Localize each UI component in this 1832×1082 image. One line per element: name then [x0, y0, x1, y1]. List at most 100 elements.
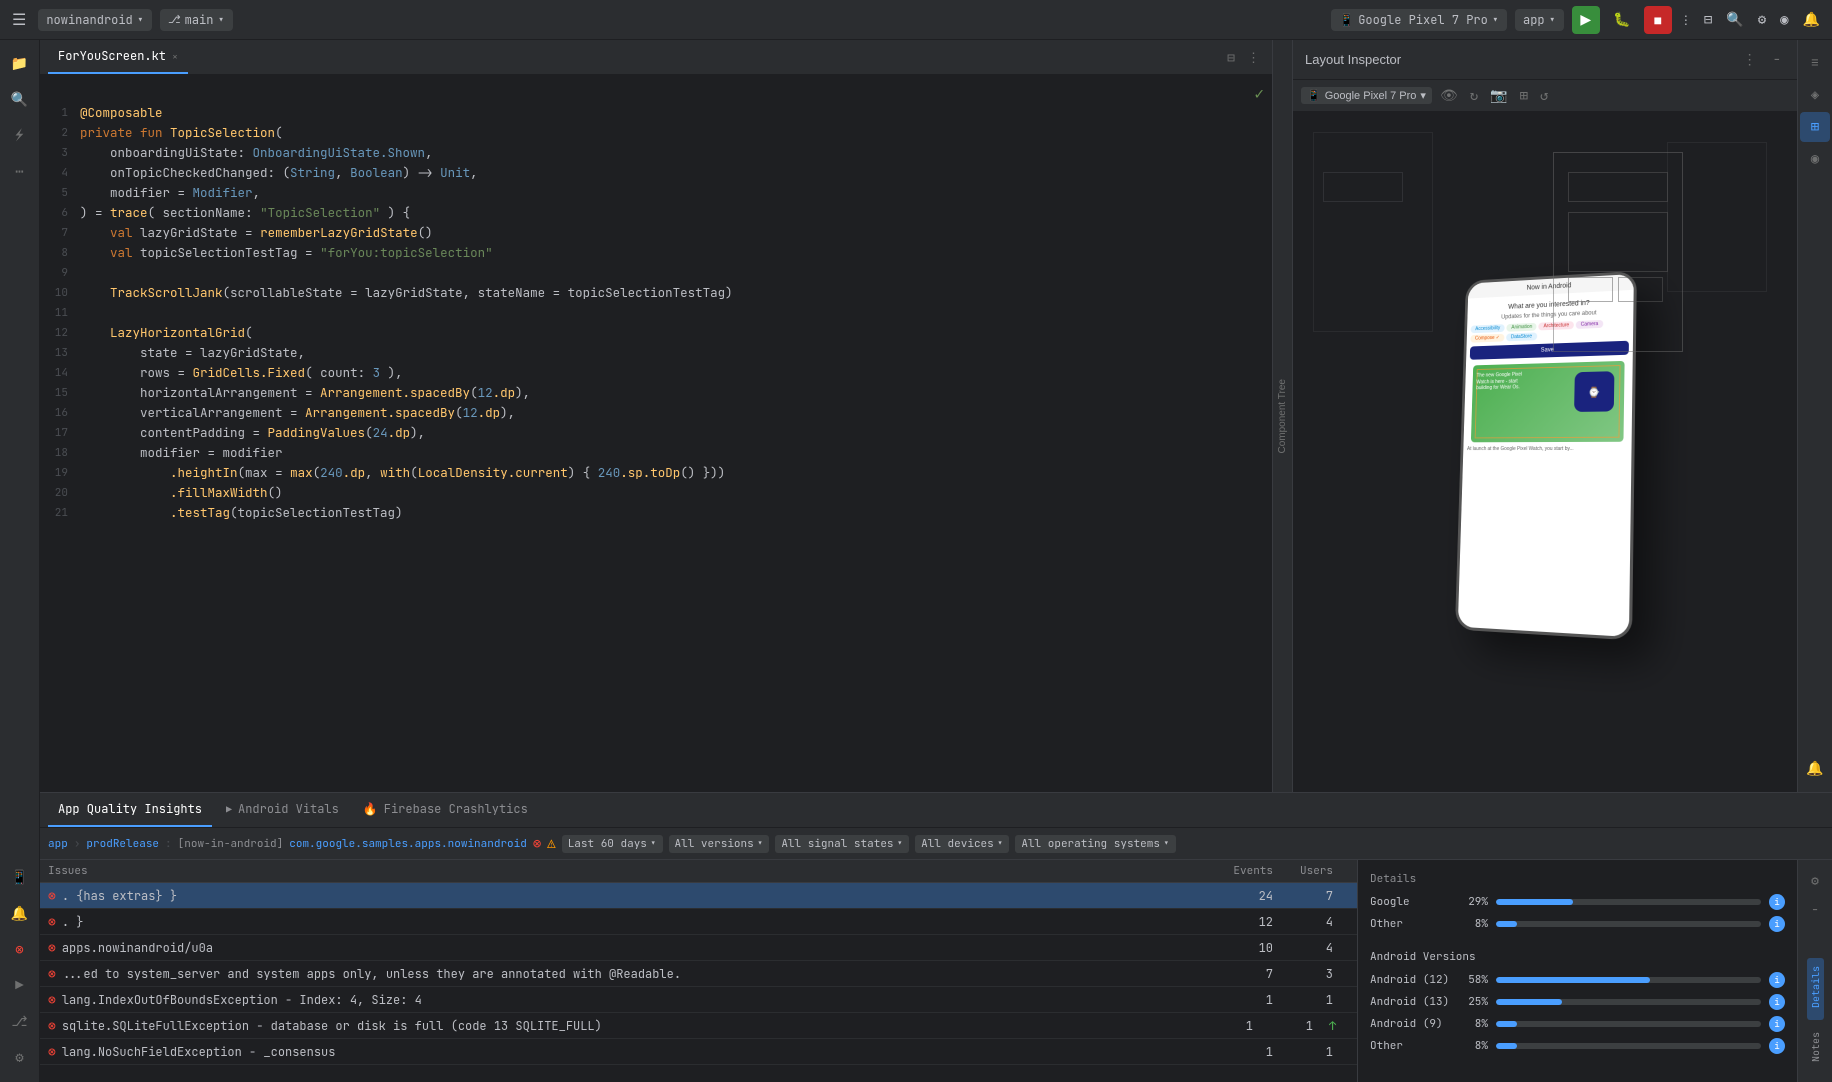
- app-selector[interactable]: app ▾: [1515, 9, 1564, 31]
- issue-events-7: 1: [1219, 1044, 1289, 1060]
- code-editor[interactable]: ✓ 1 @Composable 2 private fun TopicS: [40, 75, 1272, 792]
- brpanel-settings-icon[interactable]: ⚙: [1807, 868, 1823, 893]
- filter-app-link[interactable]: app: [48, 837, 68, 851]
- run-button[interactable]: ▶: [1572, 6, 1600, 34]
- rpanel-icon-bottom1[interactable]: 🔔: [1800, 754, 1830, 784]
- toolbar-icon-5[interactable]: 🔔: [1799, 7, 1824, 33]
- code-line: 1 @Composable: [40, 103, 1272, 123]
- inspector-device-icon: 📱: [1307, 89, 1321, 102]
- issue-users-1: 7: [1289, 888, 1349, 904]
- filter-release-link[interactable]: prodRelease: [86, 837, 159, 851]
- manufacturer-info-google[interactable]: i: [1769, 894, 1785, 910]
- android-version-row-other: Other 8% i: [1370, 1038, 1785, 1054]
- stop-button[interactable]: ■: [1644, 6, 1672, 34]
- sidebar-icon-notifications[interactable]: 🔔: [4, 898, 36, 930]
- filter-versions[interactable]: All versions ▾: [669, 835, 770, 853]
- filter-operating-systems[interactable]: All operating systems ▾: [1015, 835, 1175, 853]
- rpanel-icon-resources[interactable]: ◈: [1800, 80, 1830, 110]
- inspector-minimize-icon[interactable]: −: [1769, 49, 1785, 71]
- inspector-screenshot-icon[interactable]: 📷: [1486, 85, 1511, 107]
- code-line: 18 modifier = modifier: [40, 443, 1272, 463]
- sidebar-icon-settings[interactable]: ⚙: [4, 1042, 36, 1074]
- issue-row-1[interactable]: ⊗ . {has extras} } 24 7: [40, 883, 1357, 909]
- brpanel-tab-notes[interactable]: Notes: [1807, 1024, 1824, 1074]
- inspector-device-selector[interactable]: 📱 Google Pixel 7 Pro ▾: [1301, 87, 1432, 104]
- toolbar-more-icon[interactable]: ⋮: [1680, 12, 1692, 28]
- code-line: 9: [40, 263, 1272, 283]
- filter-devices[interactable]: All devices ▾: [915, 835, 1009, 853]
- filter-time-range[interactable]: Last 60 days ▾: [562, 835, 663, 853]
- inspector-canvas: Now in Android What are you interested i…: [1293, 112, 1797, 792]
- col-events-label: Events: [1219, 864, 1289, 878]
- issue-action-6: ↑: [1329, 1018, 1349, 1034]
- code-line: 8 val topicSelectionTestTag = "forYou:to…: [40, 243, 1272, 263]
- inspector-header: Layout Inspector ⋮ −: [1293, 40, 1797, 80]
- issue-users-4: 3: [1289, 966, 1349, 982]
- inspector-more-icon[interactable]: ⋮: [1739, 49, 1761, 71]
- sidebar-icon-more[interactable]: ⋯: [4, 156, 36, 188]
- sidebar-icon-structure[interactable]: ⚡: [4, 120, 36, 152]
- manufacturers-section: Google 29% i Other 8%: [1370, 894, 1785, 938]
- android-version-bar-track-12: [1496, 977, 1761, 983]
- tab-more-icon[interactable]: ⋮: [1243, 47, 1264, 68]
- debug-button[interactable]: 🐛: [1608, 6, 1636, 34]
- manufacturer-bar-track-other: [1496, 921, 1761, 927]
- issue-events-3: 10: [1219, 940, 1289, 956]
- toolbar-icon-2[interactable]: 🔍: [1722, 7, 1747, 33]
- sidebar-icon-terminal[interactable]: ▶: [4, 970, 36, 1002]
- issue-row-3[interactable]: ⊗ apps.nowinandroid/u0a 10 4: [40, 935, 1357, 961]
- android-version-bar-track-13: [1496, 999, 1761, 1005]
- toolbar-icon-4[interactable]: ◉: [1776, 7, 1792, 33]
- project-name: nowinandroid: [46, 12, 132, 28]
- filter-package-link[interactable]: com.google.samples.apps.nowinandroid: [289, 837, 527, 851]
- code-line: 17 contentPadding = PaddingValues(24.dp)…: [40, 423, 1272, 443]
- android-version-info-12[interactable]: i: [1769, 972, 1785, 988]
- issue-row-5[interactable]: ⊗ lang.IndexOutOfBoundsException - Index…: [40, 987, 1357, 1013]
- android-version-label-other: Other: [1370, 1039, 1450, 1053]
- sidebar-icon-folder[interactable]: 📁: [4, 48, 36, 80]
- inspector-refresh-icon[interactable]: ↻: [1466, 85, 1482, 107]
- inspector-3d-icon[interactable]: ⊞: [1516, 85, 1532, 107]
- android-version-info-9[interactable]: i: [1769, 1016, 1785, 1032]
- inspector-view-icon[interactable]: 👁: [1436, 85, 1462, 107]
- issue-row-2[interactable]: ⊗ . } 12 4: [40, 909, 1357, 935]
- brpanel-tab-details[interactable]: Details: [1807, 958, 1824, 1020]
- issue-row-6[interactable]: ⊗ sqlite.SQLiteFullException - database …: [40, 1013, 1357, 1039]
- issue-text-1: . {has extras} }: [62, 888, 1219, 904]
- android-version-info-other[interactable]: i: [1769, 1038, 1785, 1054]
- toolbar-icon-1[interactable]: ⊟: [1700, 7, 1716, 33]
- inspector-reload-icon[interactable]: ↺: [1536, 85, 1552, 107]
- issue-users-7: 1: [1289, 1044, 1349, 1060]
- filter-error-badge[interactable]: ⊗: [533, 835, 541, 853]
- sidebar-icon-git[interactable]: ⎇: [4, 1006, 36, 1038]
- issue-error-icon-2: ⊗: [48, 913, 56, 930]
- rpanel-icon-layout[interactable]: ⊞: [1800, 112, 1830, 142]
- issue-row-7[interactable]: ⊗ lang.NoSuchFieldException - _consensus…: [40, 1039, 1357, 1065]
- tab-firebase-crashlytics[interactable]: 🔥 Firebase Crashlytics: [353, 793, 538, 827]
- brpanel-minus-icon[interactable]: −: [1807, 897, 1823, 922]
- issue-row-4[interactable]: ⊗ ...ed to system_server and system apps…: [40, 961, 1357, 987]
- component-tree-label: Component Tree: [1277, 379, 1288, 454]
- android-version-info-13[interactable]: i: [1769, 994, 1785, 1010]
- menu-icon[interactable]: ☰: [8, 5, 30, 34]
- branch-selector[interactable]: ⎇ main ▾: [160, 9, 233, 31]
- manufacturer-bar-fill-google: [1496, 899, 1573, 905]
- sidebar-icon-device[interactable]: 📱: [4, 862, 36, 894]
- project-selector[interactable]: nowinandroid ▾: [38, 9, 152, 31]
- sidebar-icon-search[interactable]: 🔍: [4, 84, 36, 116]
- file-tab-foryouscreen[interactable]: ForYouScreen.kt ×: [48, 40, 188, 74]
- sidebar-icon-bug[interactable]: ⊗: [4, 934, 36, 966]
- tab-app-quality-insights[interactable]: App Quality Insights: [48, 793, 212, 827]
- device-selector[interactable]: 📱 Google Pixel 7 Pro ▾: [1331, 9, 1507, 31]
- issue-events-2: 12: [1219, 914, 1289, 930]
- rpanel-icon-attributes[interactable]: ≡: [1800, 48, 1830, 78]
- toolbar-icon-3[interactable]: ⚙: [1754, 7, 1770, 33]
- tab-android-vitals[interactable]: ▶ Android Vitals: [216, 793, 349, 827]
- filter-warning-badge[interactable]: ⚠: [547, 835, 555, 853]
- checkmark-icon: ✓: [1254, 83, 1264, 104]
- file-tab-close[interactable]: ×: [172, 50, 178, 63]
- rpanel-icon-motion[interactable]: ◉: [1800, 144, 1830, 174]
- split-editor-icon[interactable]: ⊟: [1223, 47, 1239, 68]
- filter-signal-states[interactable]: All signal states ▾: [775, 835, 909, 853]
- manufacturer-info-other[interactable]: i: [1769, 916, 1785, 932]
